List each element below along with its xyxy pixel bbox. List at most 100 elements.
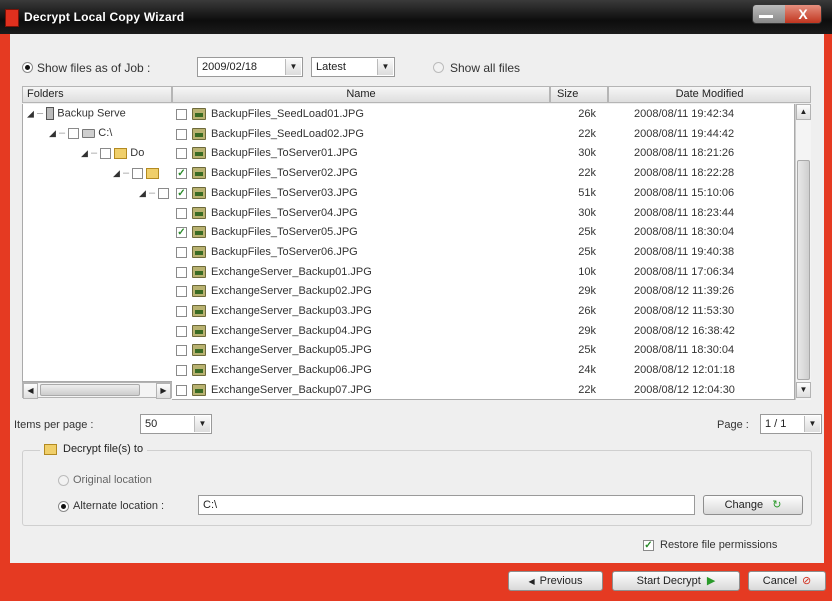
file-row[interactable]: BackupFiles_SeedLoad01.JPG 26k 2008/08/11 … <box>172 105 794 124</box>
file-row[interactable]: BackupFiles_ToServer01.JPG 30k 2008/08/11 … <box>172 144 794 163</box>
file-row[interactable]: ExchangeServer_Backup07.JPG 22k 2008/08/12… <box>172 381 794 399</box>
image-file-icon <box>192 147 206 160</box>
file-checkbox[interactable] <box>176 325 187 337</box>
start-decrypt-button[interactable]: Start Decrypt ▶ <box>612 571 740 591</box>
file-list[interactable]: BackupFiles_SeedLoad01.JPG 26k 2008/08/11 … <box>172 104 795 400</box>
file-checkbox[interactable]: ✓ <box>176 187 187 199</box>
alternate-location-label: Alternate location : <box>73 500 165 512</box>
file-checkbox[interactable] <box>176 306 187 317</box>
file-date: 2008/08/12 12:04:30 <box>634 383 735 396</box>
tree-node-label: C:\ <box>98 127 113 139</box>
file-checkbox[interactable]: ✓ <box>176 227 187 239</box>
file-checkbox[interactable] <box>176 246 187 258</box>
file-row[interactable]: ExchangeServer_Backup03.JPG 26k 2008/08/12… <box>172 302 794 321</box>
image-file-icon <box>192 226 206 239</box>
file-row[interactable]: ExchangeServer_Backup04.JPG 29k 2008/08/12… <box>172 322 794 341</box>
size-column-header[interactable]: Size <box>550 86 608 103</box>
chevron-left-icon: ◀ <box>528 577 535 586</box>
tree-checkbox[interactable] <box>68 127 80 139</box>
tree-node-backup-server[interactable]: ◢ – Backup Serve <box>27 107 126 120</box>
file-row[interactable]: ExchangeServer_Backup01.JPG 10k 2008/08/11… <box>172 263 794 282</box>
file-date: 2008/08/12 11:53:30 <box>634 305 735 317</box>
file-name: ExchangeServer_Backup07.JPG <box>211 383 372 396</box>
expand-arrow-icon[interactable]: ◢ <box>27 108 34 118</box>
image-file-icon <box>192 344 206 357</box>
file-row[interactable]: ExchangeServer_Backup06.JPG 24k 2008/08/12… <box>172 361 794 380</box>
file-row[interactable]: ✓ BackupFiles_ToServer03.JPG 51k 2008/08/11… <box>172 184 794 203</box>
file-row[interactable]: BackupFiles_SeedLoad02.JPG 22k 2008/08/11 … <box>172 125 794 144</box>
file-row[interactable]: ✓ BackupFiles_ToServer05.JPG 25k 2008/08/11… <box>172 223 794 242</box>
file-date: 2008/08/11 18:21:26 <box>634 147 735 160</box>
tree-checkbox[interactable] <box>158 187 170 199</box>
title-bar[interactable]: Decrypt Local Copy Wizard X <box>0 0 832 34</box>
tree-line: – <box>90 147 98 159</box>
scroll-thumb[interactable] <box>40 384 140 396</box>
scroll-down-button[interactable]: ▼ <box>796 382 811 398</box>
change-button[interactable]: Change ↻ <box>703 495 803 515</box>
scroll-thumb[interactable] <box>797 160 810 380</box>
expand-arrow-icon[interactable]: ◢ <box>81 148 88 158</box>
scroll-up-button[interactable]: ▲ <box>796 104 811 120</box>
expand-arrow-icon[interactable]: ◢ <box>113 168 120 178</box>
items-per-page-select[interactable]: 50 ▼ <box>140 414 212 434</box>
image-file-icon <box>192 127 206 140</box>
file-checkbox[interactable] <box>176 365 187 377</box>
tree-node-subfolder-2[interactable]: ◢ – <box>139 187 170 199</box>
file-checkbox[interactable]: ✓ <box>176 168 187 180</box>
file-checkbox[interactable] <box>176 286 187 298</box>
file-row[interactable]: BackupFiles_ToServer06.JPG 25k 2008/08/11 … <box>172 243 794 262</box>
chevron-down-icon: ▼ <box>377 59 393 75</box>
previous-button[interactable]: ◀ Previous <box>508 571 603 591</box>
scroll-left-button[interactable]: ◀ <box>23 383 38 399</box>
file-checkbox[interactable] <box>176 109 187 120</box>
tree-node-subfolder[interactable]: ◢ – <box>113 167 160 179</box>
alternate-location-radio[interactable] <box>58 501 69 512</box>
job-date-select[interactable]: 2009/02/18 ▼ <box>197 57 303 77</box>
close-button[interactable]: X <box>785 5 821 23</box>
file-row[interactable]: ExchangeServer_Backup02.JPG 29k 2008/08/12… <box>172 282 794 301</box>
file-date: 2008/08/11 18:23:44 <box>634 206 735 219</box>
original-location-radio[interactable] <box>58 475 69 486</box>
date-column-header[interactable]: Date Modified <box>608 86 811 103</box>
minimize-icon[interactable] <box>759 15 773 18</box>
expand-arrow-icon[interactable]: ◢ <box>139 188 146 198</box>
cancel-button[interactable]: Cancel ⊘ <box>748 571 826 591</box>
tree-checkbox[interactable] <box>132 167 144 179</box>
file-date: 2008/08/11 18:30:04 <box>634 344 735 357</box>
file-row[interactable]: BackupFiles_ToServer04.JPG 30k 2008/08/11 … <box>172 204 794 223</box>
folder-horizontal-scrollbar[interactable]: ◀ ▶ <box>22 382 172 399</box>
tree-checkbox[interactable] <box>100 147 112 159</box>
show-all-files-radio[interactable] <box>433 62 444 73</box>
file-checkbox[interactable] <box>176 384 187 396</box>
file-size: 25k <box>578 245 596 258</box>
file-row[interactable]: ExchangeServer_Backup05.JPG 25k 2008/08/11… <box>172 341 794 360</box>
image-file-icon <box>192 324 206 337</box>
file-size: 51k <box>578 186 596 199</box>
folders-column-header[interactable]: Folders <box>22 86 172 103</box>
file-checkbox[interactable] <box>176 128 187 140</box>
expand-arrow-icon[interactable]: ◢ <box>49 128 56 138</box>
page-select[interactable]: 1 / 1 ▼ <box>760 414 822 434</box>
alternate-location-input[interactable]: C:\ <box>198 495 695 515</box>
file-checkbox[interactable] <box>176 266 187 278</box>
file-list-vertical-scrollbar[interactable]: ▲ ▼ <box>795 104 811 400</box>
tree-node-documents[interactable]: ◢ – Do <box>81 147 144 159</box>
file-date: 2008/08/12 11:39:26 <box>634 285 735 298</box>
scroll-right-button[interactable]: ▶ <box>156 383 171 399</box>
restore-permissions-checkbox[interactable]: ✓ <box>643 540 654 551</box>
window-controls: X <box>752 4 822 24</box>
file-checkbox[interactable] <box>176 207 187 219</box>
file-row[interactable]: ✓ BackupFiles_ToServer02.JPG 22k 2008/08/11… <box>172 164 794 183</box>
name-header-label: Name <box>346 88 376 100</box>
folder-tree[interactable]: ◢ – Backup Serve ◢ – C:\ ◢ – Do ◢ – ◢ – <box>22 104 172 382</box>
version-select[interactable]: Latest ▼ <box>311 57 395 77</box>
name-column-header[interactable]: Name <box>172 86 550 103</box>
file-name: BackupFiles_ToServer03.JPG <box>211 186 358 199</box>
tree-line: – <box>36 107 44 120</box>
tree-node-drive[interactable]: ◢ – C:\ <box>49 127 112 139</box>
file-checkbox[interactable] <box>176 148 187 160</box>
tree-line: – <box>58 127 66 139</box>
file-name: ExchangeServer_Backup05.JPG <box>211 344 372 357</box>
show-as-of-job-radio[interactable] <box>22 62 33 73</box>
file-checkbox[interactable] <box>176 345 187 357</box>
